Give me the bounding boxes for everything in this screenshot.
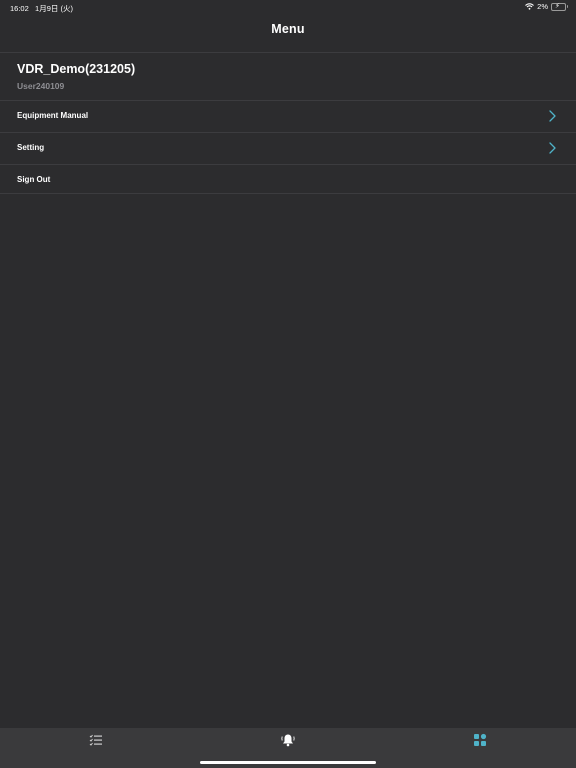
menu-list: Equipment Manual Setting Sign Out bbox=[0, 100, 576, 194]
tab-bar bbox=[0, 728, 576, 768]
status-time-date: 16:02 1月9日 (火) bbox=[10, 3, 73, 14]
chevron-right-icon bbox=[549, 142, 556, 154]
status-time: 16:02 bbox=[10, 4, 29, 13]
checklist-icon[interactable] bbox=[89, 733, 103, 747]
account-user: User240109 bbox=[17, 81, 65, 91]
account-name: VDR_Demo(231205) bbox=[17, 62, 136, 76]
bell-icon[interactable] bbox=[281, 733, 295, 747]
menu-item-label: Sign Out bbox=[17, 175, 51, 184]
menu-item-setting[interactable]: Setting bbox=[0, 132, 576, 164]
battery-icon: ⚡ bbox=[551, 2, 568, 11]
menu-item-label: Equipment Manual bbox=[17, 111, 89, 120]
grid-icon[interactable] bbox=[473, 733, 487, 747]
status-date: 1月9日 (火) bbox=[35, 4, 73, 13]
status-indicators: 2% ⚡ bbox=[525, 2, 568, 11]
account-info: VDR_Demo(231205) User240109 bbox=[0, 53, 576, 100]
menu-item-equipment-manual[interactable]: Equipment Manual bbox=[0, 100, 576, 132]
menu-item-sign-out[interactable]: Sign Out bbox=[0, 164, 576, 194]
chevron-right-icon bbox=[549, 110, 556, 122]
menu-screen: 16:02 1月9日 (火) 2% ⚡ Menu VDR_Demo(231205… bbox=[0, 0, 576, 768]
menu-item-label: Setting bbox=[17, 143, 45, 152]
charging-bolt-icon: ⚡ bbox=[555, 2, 560, 10]
page-title: Menu bbox=[271, 22, 305, 36]
wifi-icon bbox=[525, 3, 535, 10]
battery-percent: 2% bbox=[537, 2, 548, 11]
status-bar: 16:02 1月9日 (火) 2% ⚡ bbox=[0, 0, 576, 14]
home-indicator bbox=[200, 761, 376, 764]
